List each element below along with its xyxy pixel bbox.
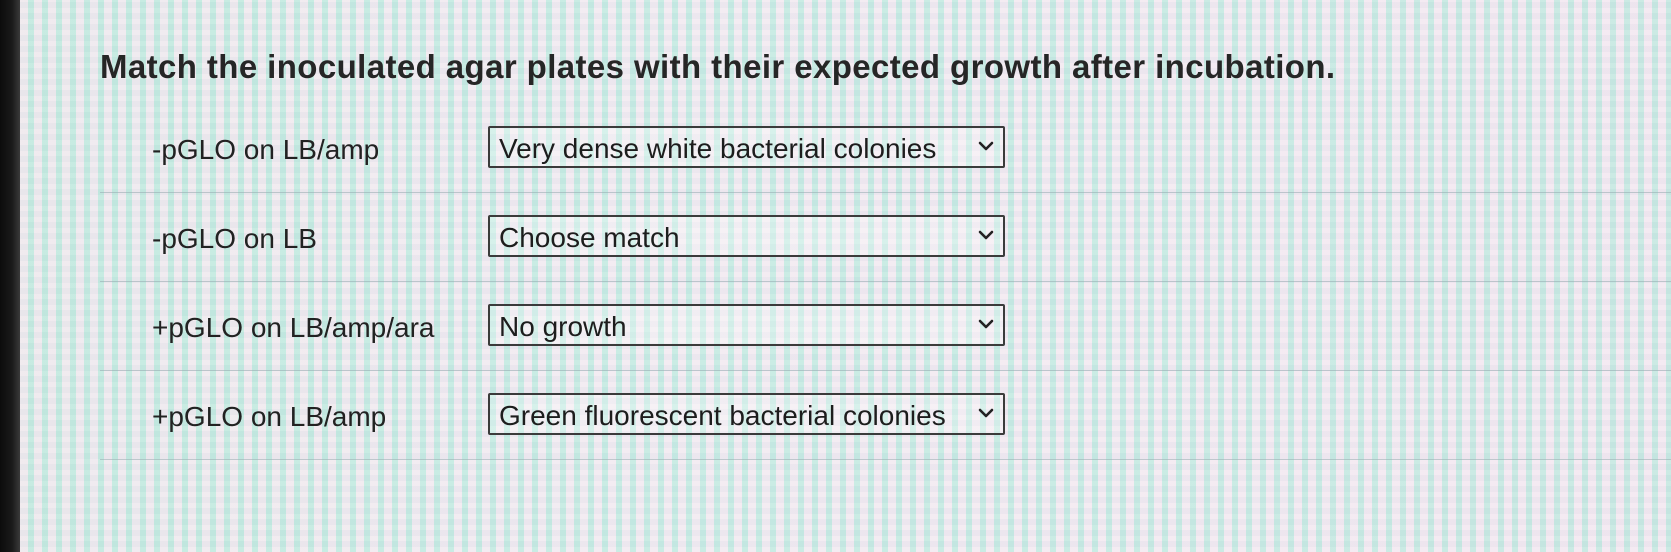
match-row: -pGLO on LB Choose match: [100, 193, 1671, 282]
match-row: +pGLO on LB/amp Green fluorescent bacter…: [100, 371, 1671, 460]
match-prompt: +pGLO on LB/amp/ara: [152, 312, 435, 343]
match-select[interactable]: Very dense white bacterial colonies: [488, 126, 1005, 168]
match-select[interactable]: Choose match: [488, 215, 1005, 257]
match-select-value: Choose match: [499, 222, 680, 253]
match-select[interactable]: Green fluorescent bacterial colonies: [488, 393, 1005, 435]
question-panel: Match the inoculated agar plates with th…: [100, 48, 1671, 460]
match-select-value: Green fluorescent bacterial colonies: [499, 400, 946, 431]
screen-bezel: [0, 0, 20, 552]
match-select-value: No growth: [499, 311, 627, 342]
match-row: -pGLO on LB/amp Very dense white bacteri…: [100, 104, 1671, 193]
chevron-down-icon: [978, 141, 994, 151]
match-prompt: +pGLO on LB/amp: [152, 401, 387, 432]
match-row: +pGLO on LB/amp/ara No growth: [100, 282, 1671, 371]
match-select-value: Very dense white bacterial colonies: [499, 133, 937, 164]
match-prompt: -pGLO on LB/amp: [152, 134, 380, 165]
match-select[interactable]: No growth: [488, 304, 1005, 346]
question-text: Match the inoculated agar plates with th…: [100, 48, 1336, 85]
match-list: -pGLO on LB/amp Very dense white bacteri…: [100, 104, 1671, 460]
chevron-down-icon: [978, 319, 994, 329]
chevron-down-icon: [978, 230, 994, 240]
chevron-down-icon: [978, 408, 994, 418]
match-prompt: -pGLO on LB: [152, 223, 317, 254]
